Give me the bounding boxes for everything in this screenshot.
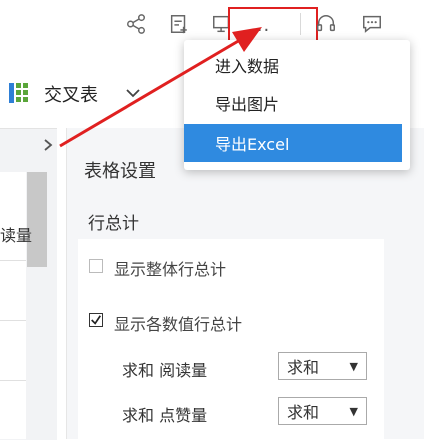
caret-down-icon: ▼ <box>349 405 358 418</box>
menu-item-export-excel[interactable]: 导出Excel <box>184 124 402 162</box>
option-label: 显示各数值行总计 <box>114 315 243 334</box>
chevron-down-icon[interactable] <box>124 84 142 102</box>
table-row-divider <box>0 260 26 261</box>
aggregate-select[interactable]: 求和 ▼ <box>278 397 367 425</box>
row-label: 求和 点赞量 <box>122 406 208 425</box>
chevron-right-icon[interactable] <box>42 137 54 153</box>
toolbar-divider <box>300 13 301 35</box>
select-value: 求和 <box>287 358 320 377</box>
crosstab-icon <box>9 83 29 103</box>
left-table <box>0 172 26 439</box>
checkbox-overall-total[interactable] <box>89 259 103 273</box>
checkbox-each-value-total[interactable] <box>89 313 103 327</box>
chart-type-label[interactable]: 交叉表 <box>44 81 98 107</box>
caret-down-icon: ▼ <box>349 360 358 373</box>
more-icon[interactable]: ··· <box>250 20 270 41</box>
table-row-divider <box>0 380 26 381</box>
aggregate-select[interactable]: 求和 ▼ <box>278 352 367 380</box>
table-row-divider <box>0 320 26 321</box>
menu-item-export-image[interactable]: 导出图片 <box>184 84 402 122</box>
section-title: 行总计 <box>88 214 139 234</box>
share-icon[interactable] <box>124 12 148 36</box>
scrollbar[interactable] <box>27 172 47 267</box>
comment-icon[interactable] <box>360 12 384 36</box>
option-label: 显示整体行总计 <box>114 260 227 279</box>
edit-icon[interactable] <box>167 12 191 36</box>
menu-item-enter-data[interactable]: 进入数据 <box>184 46 402 84</box>
headset-icon[interactable] <box>314 12 338 36</box>
check-icon <box>91 315 101 325</box>
row-label: 求和 阅读量 <box>122 361 208 380</box>
select-value: 求和 <box>287 403 320 422</box>
settings-title: 表格设置 <box>84 161 156 182</box>
table-header-cell: 读量 <box>0 226 33 245</box>
